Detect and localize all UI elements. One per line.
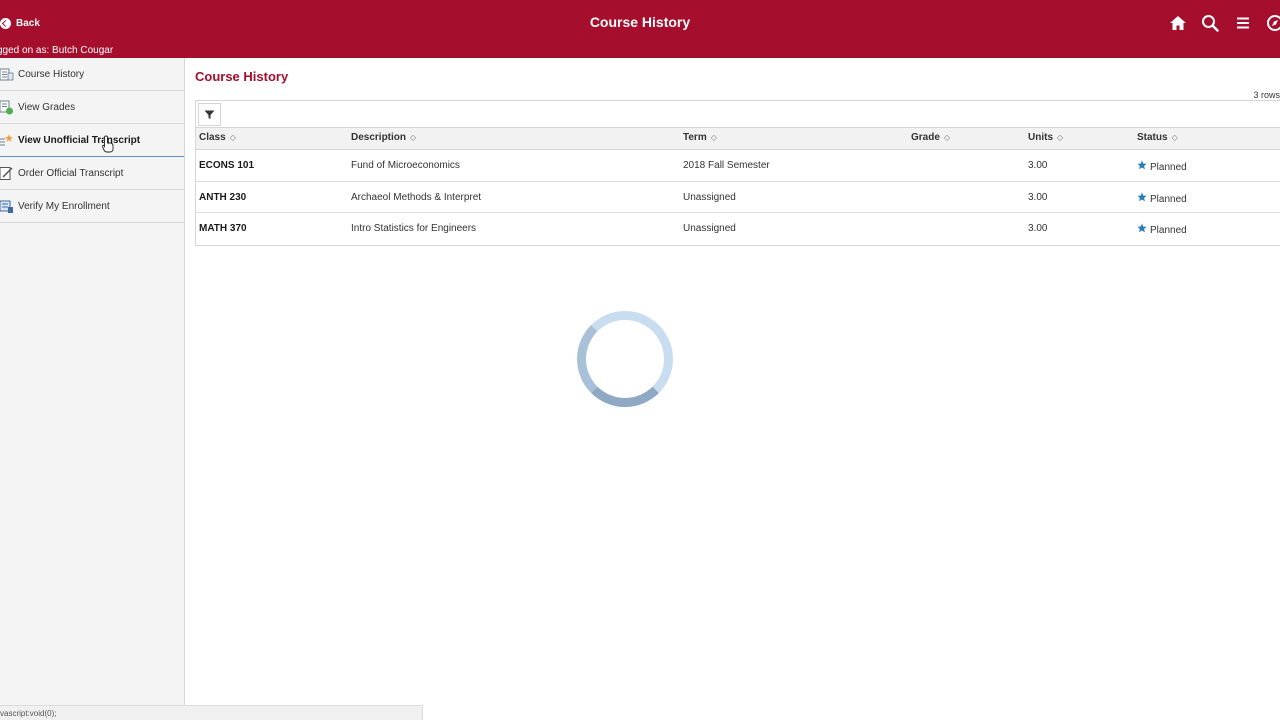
app-title: Course History [589, 14, 691, 30]
cell-description: Archaeol Methods & Interpret [351, 191, 482, 203]
sidebar-item-label: Order Official Transcript [18, 167, 124, 179]
cell-class: MATH 370 [199, 223, 247, 234]
sidebar-item-label: Course History [18, 68, 85, 80]
sidebar-item-label: View Unofficial Transcript [18, 134, 141, 146]
sort-icon: ◇ [1171, 133, 1178, 142]
home-icon[interactable] [1167, 12, 1189, 34]
filter-button[interactable] [198, 103, 221, 126]
sort-icon: ◇ [710, 133, 717, 142]
column-header-class[interactable]: Class ◇ [199, 132, 236, 143]
sort-icon: ◇ [1057, 133, 1064, 142]
compass-icon[interactable] [1263, 12, 1280, 34]
cell-units: 3.00 [1028, 160, 1048, 171]
edit-doc-icon [0, 166, 13, 180]
sidebar-item-verify-my-enrollment[interactable]: Verify My Enrollment [0, 190, 184, 223]
transcript-icon [0, 133, 13, 145]
cell-class: ANTH 230 [199, 191, 247, 203]
cell-description: Fund of Microeconomics [351, 160, 460, 171]
app-header: Back Course History gged on as: Butch Co… [0, 0, 1280, 58]
sidebar-item-course-history[interactable]: Course History [0, 58, 184, 91]
column-header-grade[interactable]: Grade ◇ [911, 132, 950, 143]
cell-units: 3.00 [1028, 191, 1048, 203]
course-history-grid: Class ◇ Description ◇ Term ◇ Grade ◇ Units ◇ … [195, 100, 1280, 246]
cell-term: Unassigned [683, 223, 736, 234]
sidebar-item-order-official-transcript[interactable]: Order Official Transcript [0, 157, 184, 190]
cell-term: Unassigned [683, 191, 736, 203]
enrollment-icon [0, 200, 13, 213]
hand-cursor-icon [102, 135, 114, 153]
sort-icon: ◇ [410, 133, 417, 142]
table-row[interactable]: ECONS 101 Fund of Microeconomics 2018 Fa… [196, 150, 1280, 182]
sidebar-item-label: Verify My Enrollment [18, 200, 110, 212]
cell-status: Planned [1137, 192, 1187, 205]
star-icon [1137, 160, 1147, 170]
filter-icon [204, 110, 215, 119]
grid-toolbar [196, 101, 1280, 128]
sidebar-item-label: View Grades [18, 101, 76, 113]
cell-description: Intro Statistics for Engineers [351, 223, 477, 234]
cell-term: 2018 Fall Semester [683, 160, 770, 171]
column-header-description[interactable]: Description ◇ [351, 132, 416, 143]
star-icon [1137, 192, 1147, 201]
cell-class: ECONS 101 [199, 160, 255, 171]
table-header: Class ◇ Description ◇ Term ◇ Grade ◇ Units ◇ … [196, 128, 1280, 150]
cell-units: 3.00 [1028, 223, 1048, 234]
browser-status-bar: vascript:void(0); [0, 705, 423, 720]
grades-icon [0, 100, 13, 114]
column-header-units[interactable]: Units ◇ [1028, 132, 1063, 143]
column-header-status[interactable]: Status ◇ [1137, 132, 1178, 143]
loading-spinner [577, 311, 673, 407]
sort-icon: ◇ [943, 133, 951, 142]
table-row[interactable]: ANTH 230 Archaeol Methods & Interpret Un… [196, 182, 1280, 213]
page-title: Course History [195, 69, 289, 84]
sidebar-item-view-grades[interactable]: View Grades [0, 91, 184, 124]
column-header-term[interactable]: Term ◇ [683, 132, 717, 143]
list-icon [0, 68, 14, 80]
row-count: 3 rows [1253, 90, 1280, 100]
table-row[interactable]: MATH 370 Intro Statistics for Engineers … [196, 213, 1280, 245]
sidebar: Course History View Grades View Unoffici… [0, 58, 185, 720]
logged-on-text: gged on as: Butch Cougar [0, 45, 114, 56]
cell-status: Planned [1137, 223, 1187, 236]
sidebar-item-view-unofficial-transcript[interactable]: View Unofficial Transcript [0, 124, 184, 157]
star-icon [1137, 223, 1147, 233]
cell-status: Planned [1137, 160, 1187, 173]
menu-icon[interactable] [1232, 12, 1254, 34]
sort-icon: ◇ [229, 133, 236, 142]
search-icon[interactable] [1199, 12, 1221, 34]
